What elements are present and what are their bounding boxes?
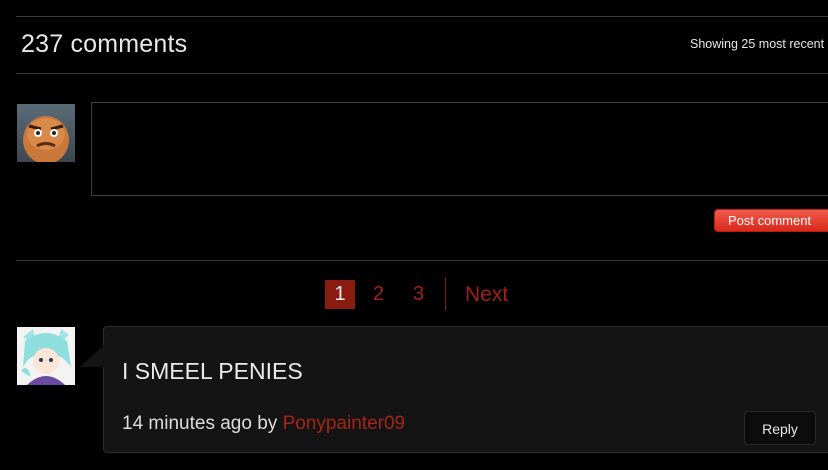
sort-info: Showing 25 most recent xyxy=(690,37,825,51)
page-link-2[interactable]: 2 xyxy=(373,280,384,309)
avatar-image xyxy=(23,116,69,162)
next-page-link[interactable]: Next xyxy=(465,280,508,309)
commenter-avatar[interactable] xyxy=(17,327,75,385)
bubble-tail xyxy=(80,345,104,367)
current-user-avatar xyxy=(17,104,75,162)
comment-timestamp: 14 minutes ago xyxy=(122,413,252,434)
header-divider xyxy=(16,73,828,74)
comment-author-link[interactable]: Ponypainter09 xyxy=(283,413,406,434)
reply-button[interactable]: Reply xyxy=(744,411,816,445)
page-link-3[interactable]: 3 xyxy=(413,280,424,309)
composer-divider xyxy=(16,260,828,261)
comment-text: I SMEEL PENIES xyxy=(122,358,303,384)
page-current[interactable]: 1 xyxy=(325,280,355,309)
top-divider xyxy=(16,16,828,17)
pagination-separator xyxy=(445,277,446,311)
comment-input[interactable] xyxy=(91,102,828,196)
comment-meta: 14 minutes ago by Ponypainter09 xyxy=(122,413,405,435)
comment-count: 237 comments xyxy=(21,30,188,58)
comment-by-label: by xyxy=(257,413,278,434)
commenter-avatar-image xyxy=(17,327,75,385)
post-comment-button[interactable]: Post comment xyxy=(714,209,828,232)
